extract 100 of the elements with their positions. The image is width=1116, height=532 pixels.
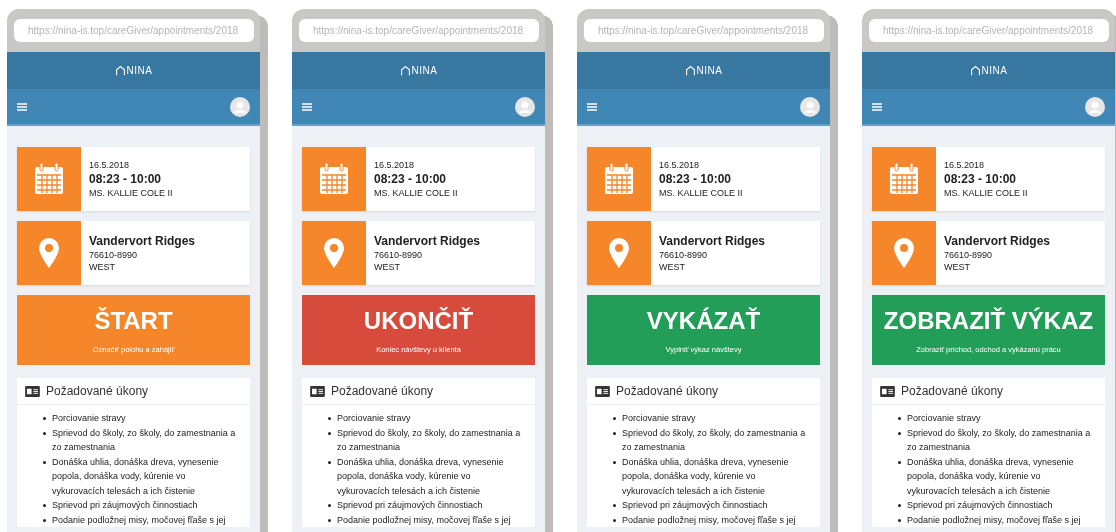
bullet-icon [43, 417, 46, 420]
date-text: 16.5.2018 [89, 160, 131, 170]
logo: NINA [684, 65, 723, 76]
task-item: Sprievod pri záujmových činnostiach [337, 499, 483, 512]
url-bar[interactable]: https://nina-is.top/careGiver/appointments/2018 [14, 19, 254, 42]
map-pin-icon [39, 238, 59, 268]
date-text: 16.5.2018 [374, 160, 416, 170]
zip-code: 76610-8990 [89, 250, 139, 260]
task-item: Sprievod pri záujmových činnostiach [52, 499, 198, 512]
id-card-icon [595, 385, 610, 397]
bullet-icon [898, 518, 901, 522]
house-icon [114, 65, 126, 76]
bullet-icon [328, 504, 331, 507]
zip-code: 76610-8990 [374, 250, 424, 260]
bullet-icon [328, 518, 331, 522]
task-item: Podanie podložnej misy, močovej fľaše s jej [52, 513, 226, 527]
url-bar[interactable]: https://nina-is.top/careGiver/appointments/2018 [869, 19, 1109, 42]
task-item: Donáška uhlia, donáška dreva, vynesenie popola, donáška vody, kúrenie vo vykurovacích telesách a ich čistenie [337, 455, 505, 498]
time-range: 08:23 - 10:00 [944, 172, 1018, 186]
task-item: Donáška uhlia, donáška dreva, vynesenie popola, donáška vody, kúrenie vo vykurovacích telesách a ich čistenie [52, 455, 220, 498]
client-name: MS. KALLIE COLE II [944, 188, 1028, 198]
region-text: WEST [374, 262, 401, 272]
bullet-icon [43, 518, 46, 522]
region-text: WEST [944, 262, 971, 272]
url-bar[interactable]: https://nina-is.top/careGiver/appointments/2018 [299, 19, 539, 42]
id-card-icon [310, 385, 325, 397]
avatar-icon[interactable] [1085, 96, 1105, 117]
task-item: Podanie podložnej misy, močovej fľaše s jej [622, 513, 796, 527]
id-card-icon [25, 385, 40, 397]
calendar-icon [604, 163, 634, 195]
house-icon [399, 65, 411, 76]
zip-code: 76610-8990 [659, 250, 709, 260]
bullet-icon [613, 431, 616, 435]
map-pin-icon [894, 238, 914, 268]
region-text: WEST [89, 262, 116, 272]
place-name: Vandervort Ridges [944, 234, 1051, 248]
logo: NINA [399, 65, 438, 76]
task-item: Sprievod do školy, zo školy, do zamestnania a zo zamestnania [907, 426, 1092, 454]
bullet-icon [898, 431, 901, 435]
time-range: 08:23 - 10:00 [659, 172, 733, 186]
tasks-title: Požadované úkony [616, 384, 719, 398]
bullet-icon [613, 504, 616, 507]
task-item: Porciovanie stravy [52, 412, 126, 425]
task-item: Sprievod do školy, zo školy, do zamestnania a zo zamestnania [52, 426, 237, 454]
url-bar[interactable]: https://nina-is.top/careGiver/appointments/2018 [584, 19, 824, 42]
avatar-icon[interactable] [515, 96, 535, 117]
avatar-icon[interactable] [800, 96, 820, 117]
task-item: Porciovanie stravy [622, 412, 696, 425]
client-name: MS. KALLIE COLE II [89, 188, 173, 198]
task-item: Sprievod do školy, zo školy, do zamestnania a zo zamestnania [622, 426, 807, 454]
map-pin-icon [324, 238, 344, 268]
date-text: 16.5.2018 [659, 160, 701, 170]
bullet-icon [328, 417, 331, 420]
client-name: MS. KALLIE COLE II [374, 188, 458, 198]
task-item: Sprievod do školy, zo školy, do zamestnania a zo zamestnania [337, 426, 522, 454]
place-name: Vandervort Ridges [89, 234, 196, 248]
task-item: Podanie podložnej misy, močovej fľaše s jej [337, 513, 511, 527]
tasks-title: Požadované úkony [901, 384, 1004, 398]
bullet-icon [43, 504, 46, 507]
calendar-icon [319, 163, 349, 195]
map-pin-icon [609, 238, 629, 268]
tasks-title: Požadované úkony [46, 384, 149, 398]
bullet-icon [328, 431, 331, 435]
bullet-icon [613, 417, 616, 420]
task-item: Sprievod pri záujmových činnostiach [622, 499, 768, 512]
logo: NINA [969, 65, 1008, 76]
avatar-icon[interactable] [230, 96, 250, 117]
bullet-icon [613, 518, 616, 522]
place-name: Vandervort Ridges [374, 234, 481, 248]
date-text: 16.5.2018 [944, 160, 986, 170]
task-item: Sprievod pri záujmových činnostiach [907, 499, 1053, 512]
house-icon [684, 65, 696, 76]
task-item: Porciovanie stravy [337, 412, 411, 425]
place-name: Vandervort Ridges [659, 234, 766, 248]
bullet-icon [898, 417, 901, 420]
calendar-icon [34, 163, 64, 195]
bullet-icon [43, 460, 46, 464]
bullet-icon [43, 431, 46, 435]
calendar-icon [889, 163, 919, 195]
menu-icon[interactable] [872, 102, 882, 111]
region-text: WEST [659, 262, 686, 272]
house-icon [969, 65, 981, 76]
menu-icon[interactable] [302, 102, 312, 111]
task-item: Donáška uhlia, donáška dreva, vynesenie popola, donáška vody, kúrenie vo vykurovacích telesách a ich čistenie [622, 455, 790, 498]
id-card-icon [880, 385, 895, 397]
bullet-icon [613, 460, 616, 464]
tasks-title: Požadované úkony [331, 384, 434, 398]
menu-icon[interactable] [587, 102, 597, 111]
task-item: Donáška uhlia, donáška dreva, vynesenie popola, donáška vody, kúrenie vo vykurovacích telesách a ich čistenie [907, 455, 1075, 498]
task-item: Porciovanie stravy [907, 412, 981, 425]
bullet-icon [898, 504, 901, 507]
time-range: 08:23 - 10:00 [89, 172, 163, 186]
zip-code: 76610-8990 [944, 250, 994, 260]
menu-icon[interactable] [17, 102, 27, 111]
bullet-icon [898, 460, 901, 464]
task-item: Podanie podložnej misy, močovej fľaše s jej [907, 513, 1081, 527]
time-range: 08:23 - 10:00 [374, 172, 448, 186]
logo: NINA [114, 65, 153, 76]
bullet-icon [328, 460, 331, 464]
client-name: MS. KALLIE COLE II [659, 188, 743, 198]
